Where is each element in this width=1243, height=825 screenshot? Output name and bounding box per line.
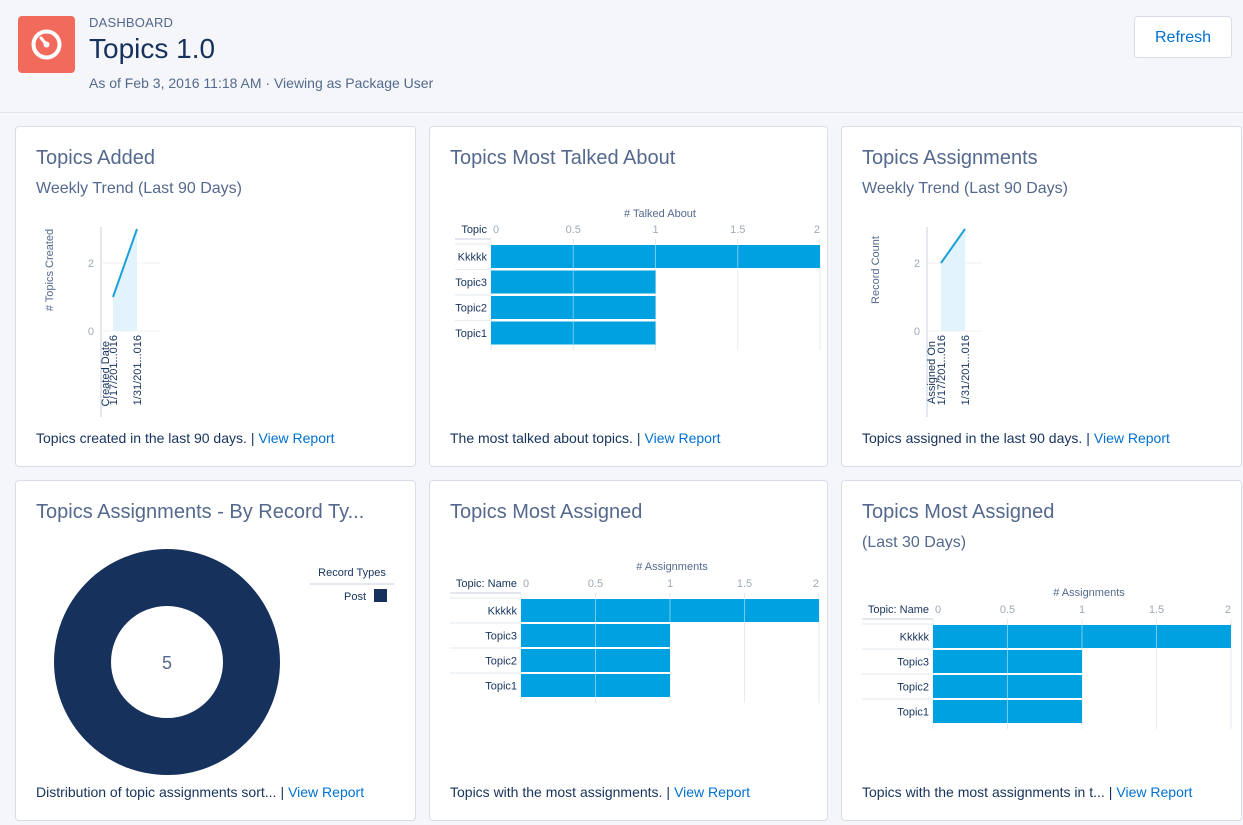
card-footer-text: Topics created in the last 90 days.: [36, 430, 247, 446]
y-tick-label: 2: [914, 258, 920, 270]
header-divider: [0, 112, 1243, 113]
legend-label: Post: [344, 591, 366, 603]
view-report-link[interactable]: View Report: [674, 784, 750, 800]
category-label: Topic2: [485, 656, 517, 668]
donut-center-label: 5: [162, 653, 172, 673]
card-footer-text: Distribution of topic assignments sort..…: [36, 784, 277, 800]
category-label: Kkkkk: [900, 632, 930, 644]
record-type-donut-chart: 5 Record Types Post: [54, 549, 394, 775]
x-tick-label: 2: [1225, 604, 1231, 616]
x-tick-label: 1.5: [730, 224, 745, 236]
category-label: Topic3: [455, 277, 487, 289]
x-tick-label: 1/31/201...016: [960, 335, 972, 405]
x-tick-label: 1.5: [1149, 604, 1164, 616]
category-header: Topic: Name: [868, 604, 929, 616]
x-tick-label: 1/17/201...016: [108, 335, 120, 405]
y-axis-title: Record Count: [870, 236, 882, 304]
x-tick-label: 0: [493, 224, 499, 236]
card-footer: The most talked about topics. | View Repor…: [450, 430, 721, 446]
topics-assignments-chart: 02Record CountAssigned On1/17/201...016 1…: [870, 227, 982, 417]
view-report-link[interactable]: View Report: [645, 430, 721, 446]
x-tick-label: 0.5: [588, 578, 603, 590]
x-tick-label: 1: [667, 578, 673, 590]
card-topics-added: Topics Added Weekly Trend (Last 90 Days)…: [15, 126, 416, 467]
card-topics-most-talked-about: Topics Most Talked About # Talked About T…: [429, 126, 828, 467]
category-label: Topic2: [897, 682, 929, 694]
topics-most-assigned-30-chart: # Assignments Topic: Name 0 0.5 1 1.5 2 Kkkkk To…: [862, 587, 1232, 729]
y-axis-title: # Topics Created: [44, 229, 56, 311]
x-tick-label: 0.5: [1000, 604, 1015, 616]
view-report-link[interactable]: View Report: [288, 784, 364, 800]
category-label: Kkkkk: [458, 252, 488, 264]
card-topics-assignments-by-record-type: Topics Assignments - By Record Ty... 5 Re…: [15, 480, 416, 821]
x-tick-label: 1: [652, 224, 658, 236]
x-tick-label: 1: [1079, 604, 1085, 616]
x-tick-label: 1.5: [737, 578, 752, 590]
card-footer-text: Topics with the most assignments in t...: [862, 784, 1105, 800]
legend-swatch: [374, 589, 387, 602]
view-report-link[interactable]: View Report: [1094, 430, 1170, 446]
category-label: Topic2: [455, 303, 487, 315]
category-label: Topic1: [485, 681, 517, 693]
card-topics-assignments: Topics Assignments Weekly Trend (Last 90…: [841, 126, 1242, 467]
y-tick-label: 2: [88, 258, 94, 270]
card-topics-most-assigned: Topics Most Assigned # Assignments Topic:…: [429, 480, 828, 821]
refresh-button[interactable]: Refresh: [1134, 16, 1232, 58]
card-footer-text: Topics assigned in the last 90 days.: [862, 430, 1083, 446]
y-tick-label: 0: [88, 326, 94, 338]
area-fill: [113, 229, 137, 331]
x-axis-title: # Assignments: [636, 561, 708, 573]
card-topics-most-assigned-30-days: Topics Most Assigned (Last 30 Days) # As…: [841, 480, 1242, 821]
dashboard-header: DASHBOARD Topics 1.0 As of Feb 3, 2016 1…: [10, 8, 1241, 112]
x-tick-label: 1/31/201...016: [132, 335, 144, 405]
category-label: Topic1: [455, 328, 487, 340]
card-footer: Topics created in the last 90 days. | View…: [36, 430, 335, 446]
view-report-link[interactable]: View Report: [259, 430, 335, 446]
x-tick-label: 0: [523, 578, 529, 590]
card-footer-text: The most talked about topics.: [450, 430, 633, 446]
category-label: Kkkkk: [488, 606, 518, 618]
x-axis-title: # Talked About: [624, 208, 696, 220]
page-title: Topics 1.0: [89, 33, 216, 64]
card-footer: Distribution of topic assignments sort..…: [36, 784, 365, 800]
dashboard-gauge-icon: [18, 16, 75, 73]
x-tick-label: 1/17/201...016: [936, 335, 948, 405]
category-header: Topic: [461, 224, 487, 236]
category-label: Topic3: [485, 631, 517, 643]
card-footer: Topics with the most assignments. | View R…: [450, 784, 751, 800]
dashboard-label: DASHBOARD: [89, 15, 174, 30]
category-header: Topic: Name: [456, 578, 517, 590]
view-report-link[interactable]: View Report: [1116, 784, 1192, 800]
topics-talked-chart: # Talked About Topic 0 0.5 1 1.5 2 Kkkkk Topic3 T…: [455, 208, 821, 351]
dashboard-subtitle: As of Feb 3, 2016 11:18 AM · Viewing as …: [89, 75, 434, 91]
x-tick-label: 2: [813, 578, 819, 590]
x-axis-title: # Assignments: [1053, 587, 1125, 599]
category-label: Topic1: [897, 707, 929, 719]
category-label: Topic3: [897, 657, 929, 669]
y-tick-label: 0: [914, 326, 920, 338]
topics-added-chart: 02# Topics CreatedCreated Date1/17/201..…: [44, 227, 161, 417]
card-footer-text: Topics with the most assignments.: [450, 784, 663, 800]
card-footer: Topics with the most assignments in t...…: [862, 784, 1193, 800]
x-tick-label: 0: [935, 604, 941, 616]
card-footer: Topics assigned in the last 90 days. | Vie…: [862, 430, 1170, 446]
x-tick-label: 0.5: [566, 224, 581, 236]
legend-title: Record Types: [318, 567, 386, 579]
topics-most-assigned-chart: # Assignments Topic: Name 0 0.5 1 1.5 2 Kkkkk To…: [450, 561, 820, 703]
x-tick-label: 2: [814, 224, 820, 236]
